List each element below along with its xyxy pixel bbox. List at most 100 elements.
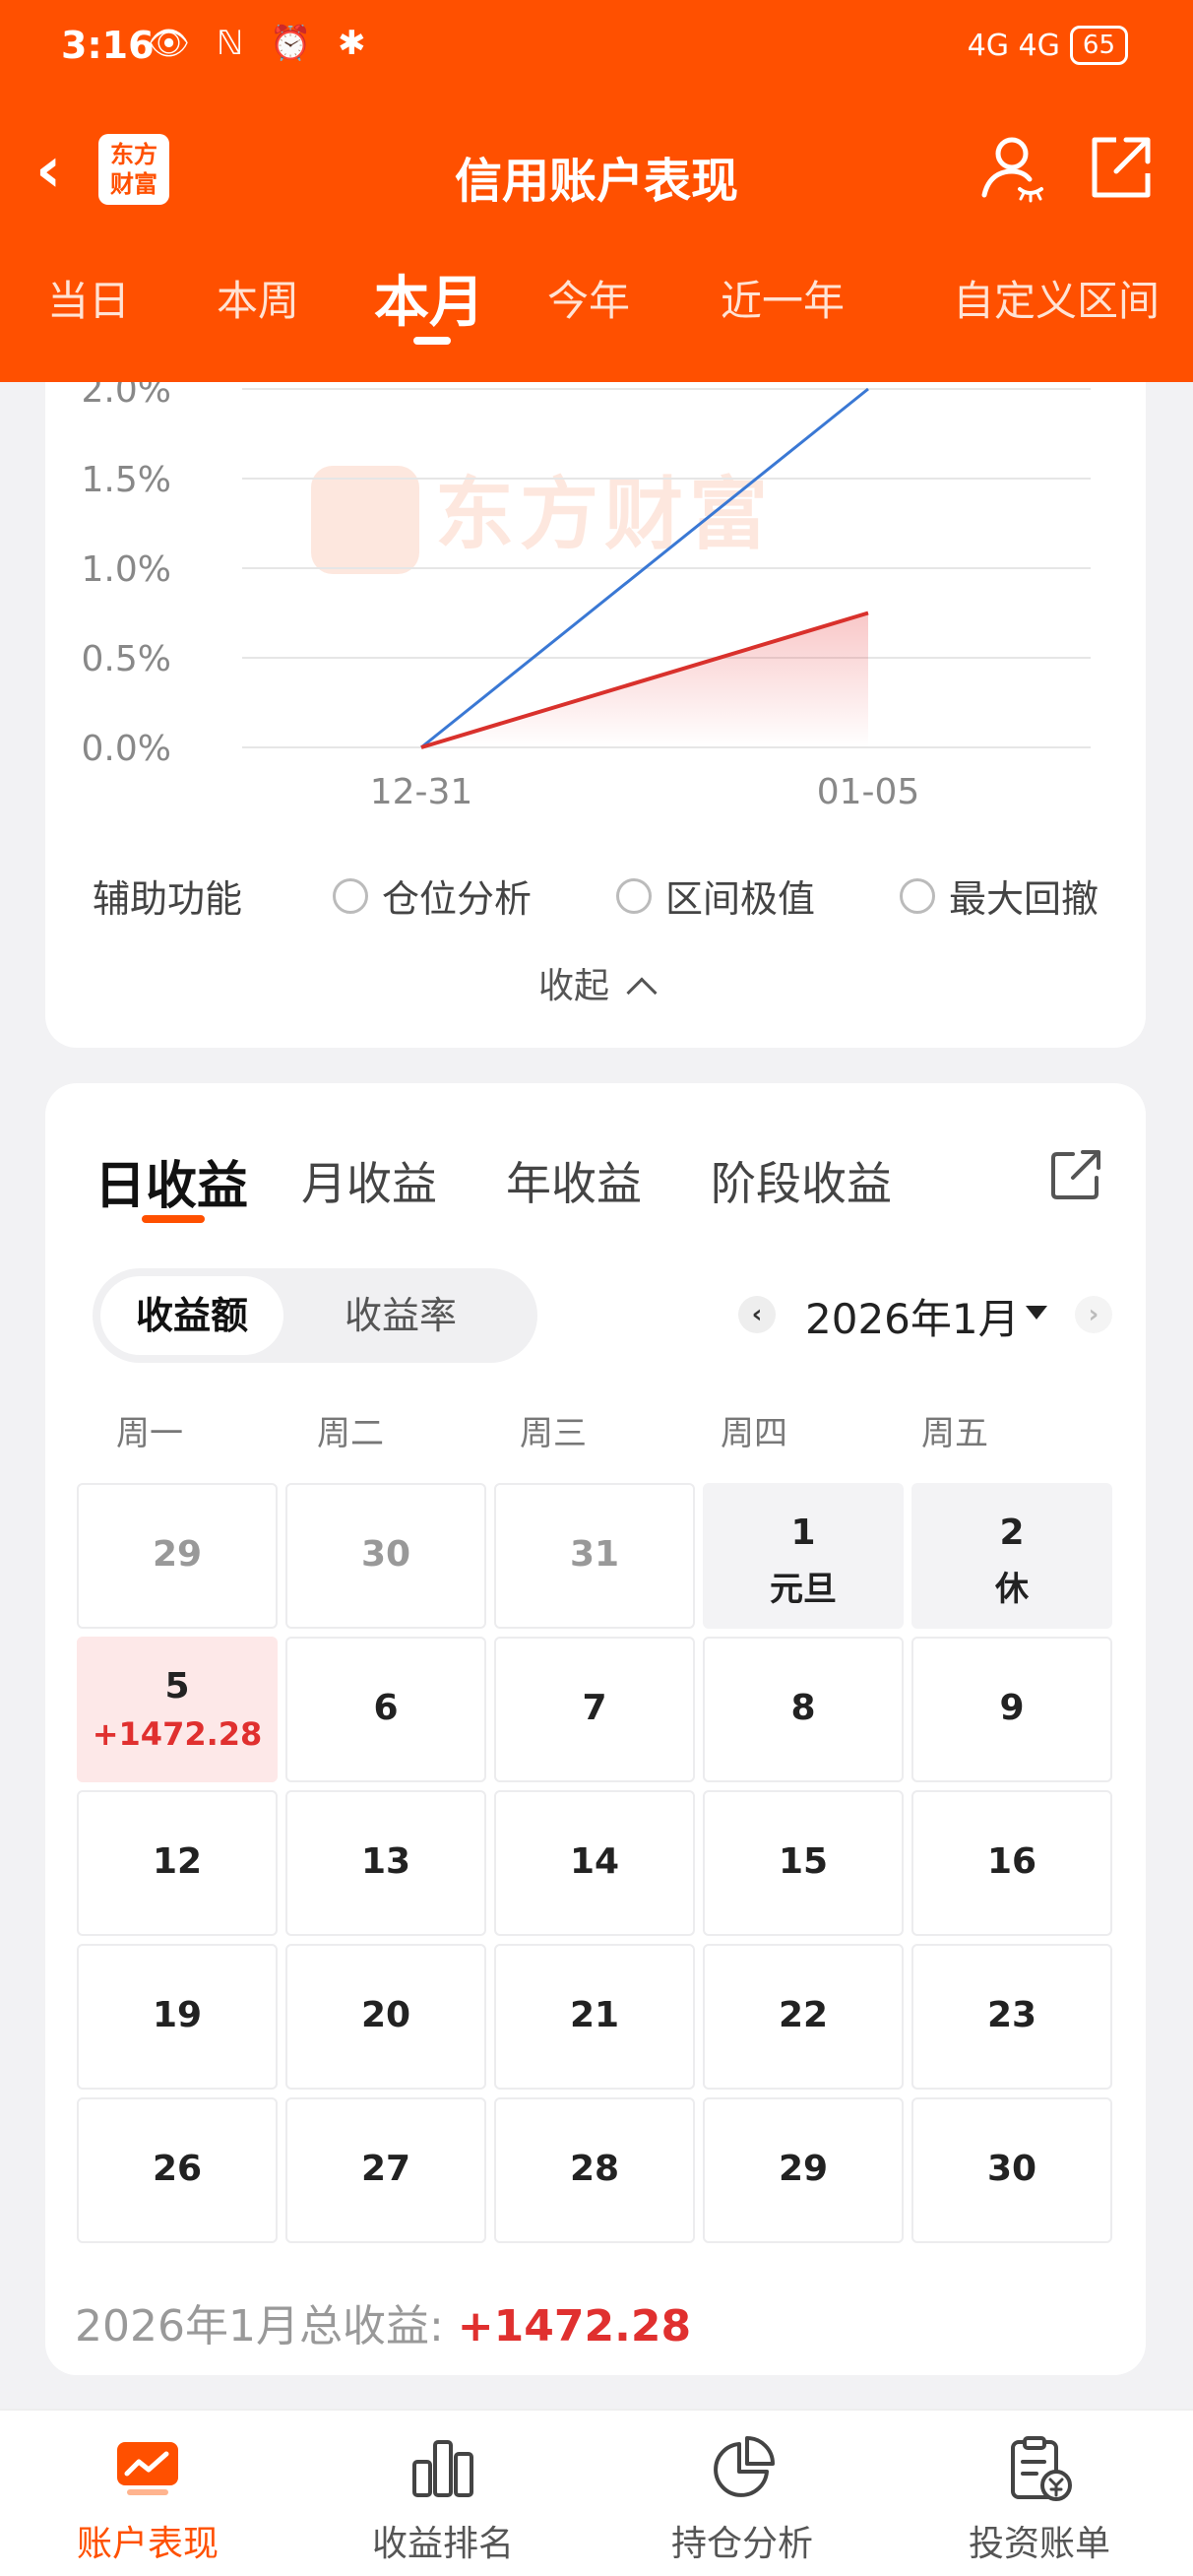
calendar-day[interactable]: 8 (703, 1637, 904, 1782)
month-total-value: +1472.28 (457, 2301, 692, 2351)
day-note: 休 (995, 1570, 1029, 1609)
next-month-button[interactable]: › (1075, 1296, 1112, 1333)
calendar-day[interactable]: 19 (77, 1944, 278, 2090)
tab-this-year[interactable]: 今年 (547, 268, 630, 328)
calendar-day[interactable]: 20 (285, 1944, 486, 2090)
calendar-day[interactable]: 29 (77, 1483, 278, 1629)
tab-period-earnings[interactable]: 阶段收益 (711, 1148, 892, 1213)
calendar-day[interactable]: 15 (703, 1790, 904, 1936)
day-note: 元旦 (770, 1570, 837, 1609)
radio-icon[interactable] (616, 877, 652, 914)
tab-this-week[interactable]: 本周 (217, 268, 299, 328)
calendar-day[interactable]: 14 (494, 1790, 695, 1936)
calendar-day[interactable]: 21 (494, 1944, 695, 2090)
tab-today[interactable]: 当日 (47, 268, 130, 328)
calendar-day[interactable]: 28 (494, 2097, 695, 2243)
app-header: 3:16 👁 ℕ ⏰ ✱ 4G 4G 65 ‹ 东方 财富 信用账户表现 当日 … (0, 0, 1193, 382)
share-icon[interactable] (1087, 134, 1154, 201)
chart-screen-icon (117, 2442, 178, 2495)
earnings-calendar-card: 日收益 月收益 年收益 阶段收益 收益额 收益率 ‹ 2026年1月 › 周一 周… (45, 1083, 1146, 2375)
calendar-day-holiday[interactable]: 2休 (911, 1483, 1112, 1629)
tab-monthly-earnings[interactable]: 月收益 (301, 1148, 437, 1213)
nav-holding-analysis[interactable]: 持仓分析 (624, 2434, 860, 2566)
aux-functions: 辅助功能 仓位分析 区间极值 最大回撤 (93, 865, 1136, 923)
nav-label: 收益排名 (371, 2524, 514, 2564)
calendar-day[interactable]: 31 (494, 1483, 695, 1629)
weekday-label: 周四 (721, 1414, 787, 1453)
day-number: 22 (778, 1995, 829, 2035)
day-number: 30 (986, 2149, 1037, 2189)
tab-past-year[interactable]: 近一年 (721, 268, 845, 328)
chevron-up-icon (626, 977, 658, 1008)
calendar-day[interactable]: 6 (285, 1637, 486, 1782)
earnings-tabs: 日收益 月收益 年收益 阶段收益 (94, 1144, 1079, 1223)
prev-month-button[interactable]: ‹ (738, 1296, 776, 1333)
aux-option-label: 最大回撤 (949, 877, 1099, 921)
caret-down-icon[interactable] (1026, 1306, 1047, 1320)
calendar-day[interactable]: 27 (285, 2097, 486, 2243)
calendar-day[interactable]: 13 (285, 1790, 486, 1936)
month-selector[interactable]: 2026年1月 (805, 1286, 1020, 1346)
day-number: 6 (373, 1688, 399, 1728)
month-total-label: 2026年1月总收益: (75, 2301, 444, 2351)
day-number: 8 (790, 1688, 816, 1728)
segment-amount[interactable]: 收益额 (100, 1276, 283, 1355)
weekday-label: 周一 (116, 1414, 183, 1453)
period-tabs: 当日 本周 本月 今年 近一年 自定义区间 (0, 254, 1193, 353)
pie-chart-icon (714, 2436, 775, 2497)
nav-earnings-ranking[interactable]: 收益排名 (325, 2434, 561, 2566)
calendar-day[interactable]: 9 (911, 1637, 1112, 1782)
segment-rate[interactable]: 收益率 (309, 1276, 492, 1355)
day-number: 15 (778, 1841, 829, 1882)
calendar-day[interactable]: 7 (494, 1637, 695, 1782)
collapse-button[interactable]: 收起 (45, 957, 1146, 1008)
day-number: 16 (986, 1841, 1037, 1882)
day-number: 1 (790, 1513, 816, 1553)
day-number: 30 (360, 1534, 411, 1575)
day-number: 28 (569, 2149, 620, 2189)
day-number: 7 (582, 1688, 607, 1728)
calendar-day[interactable]: 26 (77, 2097, 278, 2243)
day-number: 14 (569, 1841, 620, 1882)
return-line-chart[interactable]: 2.0% 1.5% 1.0% 0.5% 0.0% 12-31 01-05 (45, 382, 1146, 845)
calendar-day[interactable]: 12 (77, 1790, 278, 1936)
tab-daily-earnings[interactable]: 日收益 (94, 1144, 248, 1218)
status-icons: 👁 ℕ ⏰ ✱ (148, 24, 374, 63)
calendar-day[interactable]: 16 (911, 1790, 1112, 1936)
aux-option-position-analysis[interactable]: 仓位分析 (333, 869, 532, 923)
amount-rate-toggle: 收益额 收益率 (93, 1268, 537, 1363)
status-right: 4G 4G 65 (968, 26, 1128, 65)
month-total: 2026年1月总收益: +1472.28 (75, 2290, 691, 2353)
calendar-day[interactable]: 30 (285, 1483, 486, 1629)
day-number: 29 (778, 2149, 829, 2189)
day-number: 27 (360, 2149, 411, 2189)
calendar-day[interactable]: 29 (703, 2097, 904, 2243)
status-bar: 3:16 👁 ℕ ⏰ ✱ 4G 4G 65 (0, 0, 1193, 98)
day-number: 26 (152, 2149, 203, 2189)
privacy-user-icon[interactable] (974, 132, 1045, 203)
radio-icon[interactable] (333, 877, 368, 914)
day-number: 5 (164, 1666, 190, 1707)
tab-custom-range[interactable]: 自定义区间 (953, 268, 1160, 328)
calendar-day[interactable]: 30 (911, 2097, 1112, 2243)
tab-yearly-earnings[interactable]: 年收益 (506, 1148, 642, 1213)
x-tick-label: 01-05 (817, 772, 920, 812)
nav-account-performance[interactable]: 账户表现 (30, 2434, 266, 2566)
calendar-day-holiday[interactable]: 1 元旦 (703, 1483, 904, 1629)
month-navigator: ‹ 2026年1月 › (691, 1276, 1114, 1355)
day-number: 23 (986, 1995, 1037, 2035)
calendar-day[interactable]: 22 (703, 1944, 904, 2090)
day-number: 31 (569, 1534, 620, 1575)
tab-this-month[interactable]: 本月 (374, 258, 484, 338)
weekday-label: 周二 (317, 1414, 384, 1453)
calendar-day-gain[interactable]: 5 +1472.28 (77, 1637, 278, 1782)
aux-option-max-drawdown[interactable]: 最大回撤 (900, 869, 1099, 923)
day-number: 21 (569, 1995, 620, 2035)
aux-option-range-extreme[interactable]: 区间极值 (616, 869, 815, 923)
nav-investment-bill[interactable]: 投资账单 (921, 2434, 1158, 2566)
calendar-day[interactable]: 23 (911, 1944, 1112, 2090)
status-time: 3:16 (61, 24, 155, 67)
export-icon[interactable] (1047, 1146, 1104, 1203)
day-number: 12 (152, 1841, 203, 1882)
radio-icon[interactable] (900, 877, 935, 914)
